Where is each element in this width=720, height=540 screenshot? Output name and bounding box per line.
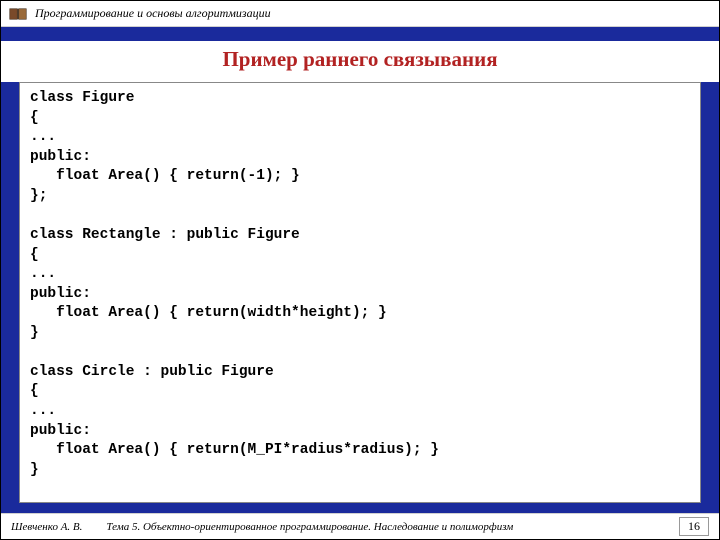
footer-author: Шевченко А. В. — [11, 521, 82, 533]
page-number: 16 — [679, 517, 709, 536]
footer-bar: Шевченко А. В. Тема 5. Объектно-ориентир… — [1, 513, 719, 539]
slide-body: class Figure { ... public: float Area() … — [1, 82, 719, 513]
slide: Программирование и основы алгоритмизации… — [0, 0, 720, 540]
code-box: class Figure { ... public: float Area() … — [19, 82, 701, 503]
header-bar: Программирование и основы алгоритмизации — [1, 1, 719, 27]
accent-band — [1, 27, 719, 41]
course-title: Программирование и основы алгоритмизации — [35, 6, 271, 21]
title-area: Пример раннего связывания — [1, 41, 719, 82]
footer-topic: Тема 5. Объектно-ориентированное програм… — [106, 521, 679, 533]
slide-title: Пример раннего связывания — [222, 47, 497, 71]
book-icon — [9, 7, 27, 21]
